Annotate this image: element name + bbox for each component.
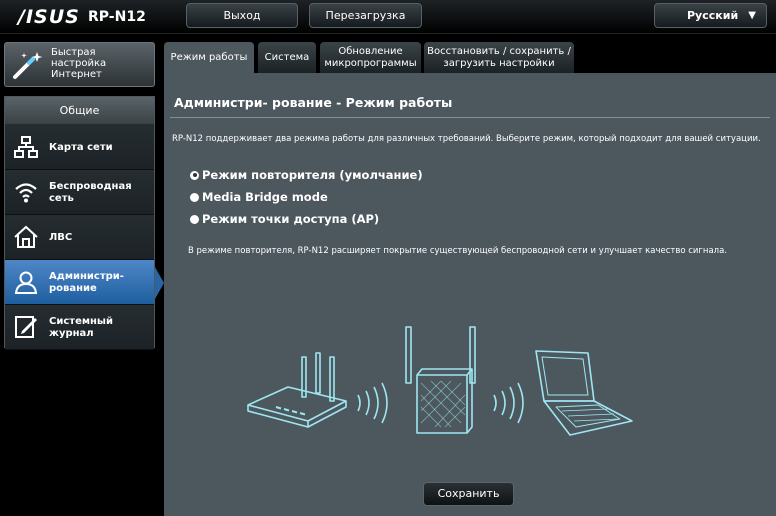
magic-wand-icon [13, 52, 43, 79]
language-label: Русский [687, 9, 739, 22]
sidebar-item-label: Беспроводная сеть [49, 180, 132, 204]
radio-button[interactable] [190, 192, 199, 202]
repeater-device-icon [405, 326, 476, 434]
signal-waves-icon [493, 382, 524, 424]
model-name: RP-N12 [88, 9, 146, 25]
title-divider [170, 117, 770, 118]
tab-operation-mode[interactable]: Режим работы [164, 42, 254, 73]
sidebar-item-label: Системный журнал [49, 315, 113, 339]
content-panel: Администри- рование - Режим работы RP-N1… [164, 73, 776, 516]
active-nav-pointer [155, 267, 164, 299]
chevron-down-icon: ▼ [748, 10, 756, 21]
save-button[interactable]: Сохранить [423, 482, 514, 506]
network-map-icon [14, 136, 38, 158]
admin-icon [14, 271, 38, 294]
mode-radio-repeater[interactable]: Режим повторителя (умолчание) [190, 167, 423, 183]
tab-firmware-upgrade[interactable]: Обновление микропрограммы [320, 42, 421, 73]
signal-waves-icon [357, 382, 388, 424]
language-select[interactable]: Русский ▼ [654, 3, 767, 28]
radio-button-selected[interactable] [190, 170, 199, 180]
sidebar-nav: Общие Карта сети Беспроводная сеть ЛВС А… [4, 96, 155, 350]
mode-radio-media-bridge[interactable]: Media Bridge mode [190, 189, 328, 205]
system-log-icon [15, 316, 37, 338]
wireless-icon [15, 183, 37, 203]
radio-label: Режим точки доступа (AP) [202, 212, 380, 226]
mode-description: RP-N12 поддерживает два режима работы дл… [172, 134, 761, 144]
repeater-diagram-illustration [247, 326, 633, 436]
mode-note: В режиме повторителя, RP-N12 расширяет п… [188, 246, 728, 256]
lan-icon [14, 225, 38, 248]
sidebar-section-title: Общие [5, 97, 154, 125]
router-icon [247, 352, 347, 428]
mode-radio-access-point[interactable]: Режим точки доступа (AP) [190, 211, 379, 227]
sidebar-item-administration[interactable]: Администри- рование [5, 260, 154, 305]
sidebar-item-label: Администри- рование [49, 270, 124, 294]
sidebar-item-label: ЛВС [49, 231, 73, 243]
quick-setup-label: Быстрая настройка Интернет [51, 47, 107, 80]
radio-button[interactable] [190, 214, 199, 224]
sidebar-item-label: Карта сети [49, 141, 113, 153]
tab-system[interactable]: Система [258, 42, 316, 73]
sidebar-item-system-log[interactable]: Системный журнал [5, 305, 154, 350]
sidebar-item-wireless[interactable]: Беспроводная сеть [5, 170, 154, 215]
quick-internet-setup-button[interactable]: Быстрая настройка Интернет [4, 42, 155, 87]
radio-label: Режим повторителя (умолчание) [202, 168, 423, 182]
asus-logo: /ISUS [18, 6, 80, 28]
top-bar: /ISUS RP-N12 Выход Перезагрузка Русский … [0, 0, 776, 34]
tab-restore-save-upload[interactable]: Восстановить / сохранить / загрузить нас… [424, 42, 574, 73]
logout-button[interactable]: Выход [186, 3, 298, 28]
radio-label: Media Bridge mode [202, 190, 328, 204]
sidebar-item-lan[interactable]: ЛВС [5, 215, 154, 260]
page-title: Администри- рование - Режим работы [174, 95, 453, 110]
reboot-button[interactable]: Перезагрузка [309, 3, 422, 28]
sidebar-item-network-map[interactable]: Карта сети [5, 125, 154, 170]
laptop-icon [535, 350, 633, 436]
